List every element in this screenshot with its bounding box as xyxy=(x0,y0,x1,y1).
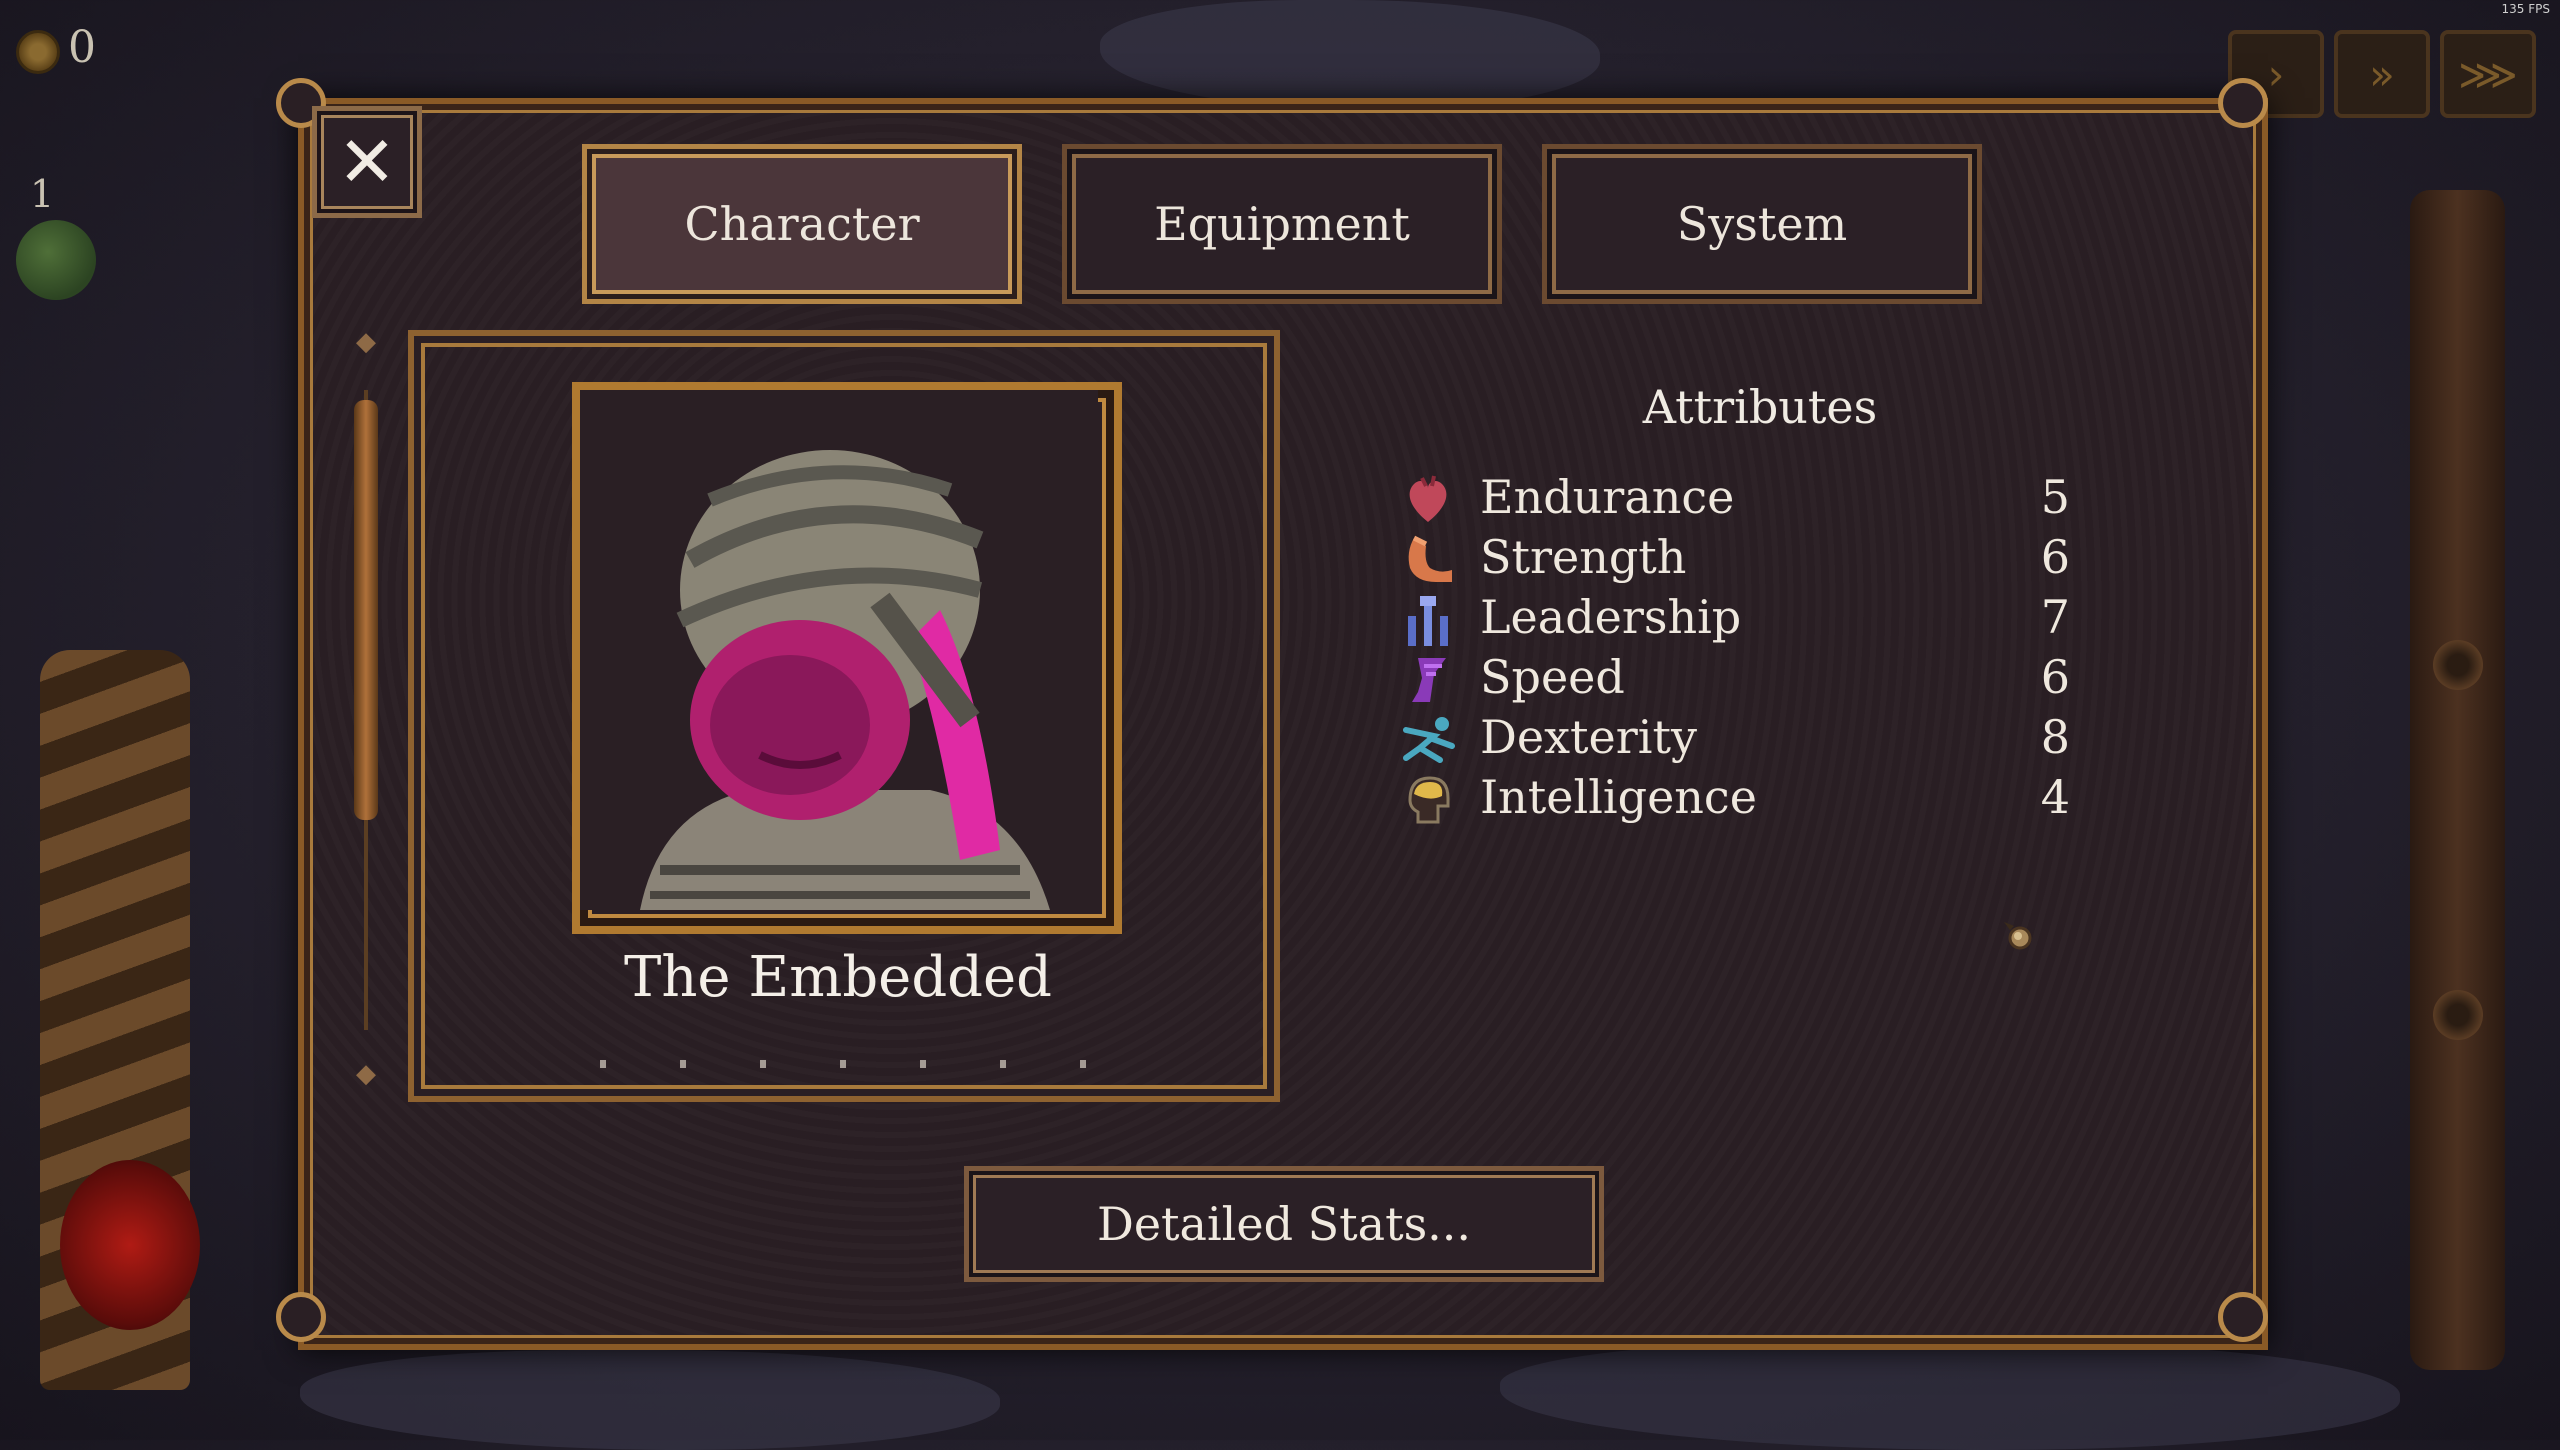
attribute-value: 6 xyxy=(2040,530,2070,584)
background-rock xyxy=(300,1350,1000,1450)
tab-label: Character xyxy=(684,197,920,251)
attribute-row-dexterity: Dexterity 8 xyxy=(1400,710,2080,768)
gold-count: 0 xyxy=(68,22,96,73)
attribute-row-intelligence: Intelligence 4 xyxy=(1400,770,2080,828)
totem-knob xyxy=(2433,990,2483,1040)
detailed-stats-label: Detailed Stats... xyxy=(1096,1197,1472,1251)
party-portrait-blob[interactable] xyxy=(16,220,96,300)
panel-corner-ornament xyxy=(2218,78,2268,128)
detailed-stats-button[interactable]: Detailed Stats... xyxy=(964,1166,1604,1282)
attribute-label: Dexterity xyxy=(1480,710,1697,764)
blood-jar xyxy=(60,1160,200,1330)
character-name: The Embedded xyxy=(623,945,1052,1010)
close-icon: ✕ xyxy=(337,121,397,203)
banners-icon xyxy=(1408,596,1448,646)
mouse-cursor-icon xyxy=(2004,922,2032,950)
flexed-arm-icon xyxy=(1408,535,1452,582)
character-portrait xyxy=(572,382,1122,934)
play-speed-2-icon: » xyxy=(2369,49,2395,99)
gold-coin-icon xyxy=(16,30,60,74)
attribute-value: 8 xyxy=(2040,710,2070,764)
cutoff-description-text xyxy=(600,1060,1140,1068)
attribute-row-endurance: Endurance 5 xyxy=(1400,470,2080,528)
totem-knob xyxy=(2433,640,2483,690)
attribute-label: Endurance xyxy=(1480,470,1735,524)
party-level: 1 xyxy=(30,172,55,216)
head-brain-icon xyxy=(1408,776,1450,824)
attribute-label: Strength xyxy=(1480,530,1687,584)
attribute-label: Intelligence xyxy=(1480,770,1757,824)
attribute-label: Leadership xyxy=(1480,590,1742,644)
bandaged-figure-icon xyxy=(580,390,1098,910)
tab-label: Equipment xyxy=(1154,197,1410,251)
attributes-title: Attributes xyxy=(1642,380,1878,434)
tab-label: System xyxy=(1676,197,1848,251)
speed-3-button[interactable]: ⋙ xyxy=(2440,30,2536,118)
attribute-value: 6 xyxy=(2040,650,2070,704)
panel-corner-ornament xyxy=(2218,1292,2268,1342)
tab-equipment[interactable]: Equipment xyxy=(1062,144,1502,304)
scroll-thumb[interactable] xyxy=(354,400,378,820)
attribute-value: 7 xyxy=(2040,590,2070,644)
tab-character[interactable]: Character xyxy=(582,144,1022,304)
totem-pillar-right xyxy=(2410,190,2505,1370)
scroll-up-ornament-icon: ◆ xyxy=(356,327,376,357)
tab-system[interactable]: System xyxy=(1542,144,1982,304)
leaping-figure-icon xyxy=(1403,717,1455,763)
attribute-row-strength: Strength 6 xyxy=(1400,530,2080,588)
attribute-value: 5 xyxy=(2040,470,2070,524)
panel-corner-ornament xyxy=(276,1292,326,1342)
winged-boot-icon xyxy=(1412,658,1446,702)
speed-2-button[interactable]: » xyxy=(2334,30,2430,118)
close-button[interactable]: ✕ xyxy=(312,106,422,218)
attribute-row-speed: Speed 6 xyxy=(1400,650,2080,708)
background-rock xyxy=(1500,1340,2400,1450)
attribute-label: Speed xyxy=(1480,650,1625,704)
attribute-row-leadership: Leadership 7 xyxy=(1400,590,2080,648)
play-speed-3-icon: ⋙ xyxy=(2458,49,2518,99)
heart-icon xyxy=(1409,475,1447,522)
attribute-value: 4 xyxy=(2040,770,2070,824)
background-rock xyxy=(1100,0,1600,110)
play-speed-1-icon: › xyxy=(2267,49,2285,99)
scroll-down-ornament-icon: ◆ xyxy=(356,1059,376,1089)
fps-counter: 135 FPS xyxy=(2501,2,2550,16)
tentacle-pillar-left xyxy=(40,650,200,1390)
